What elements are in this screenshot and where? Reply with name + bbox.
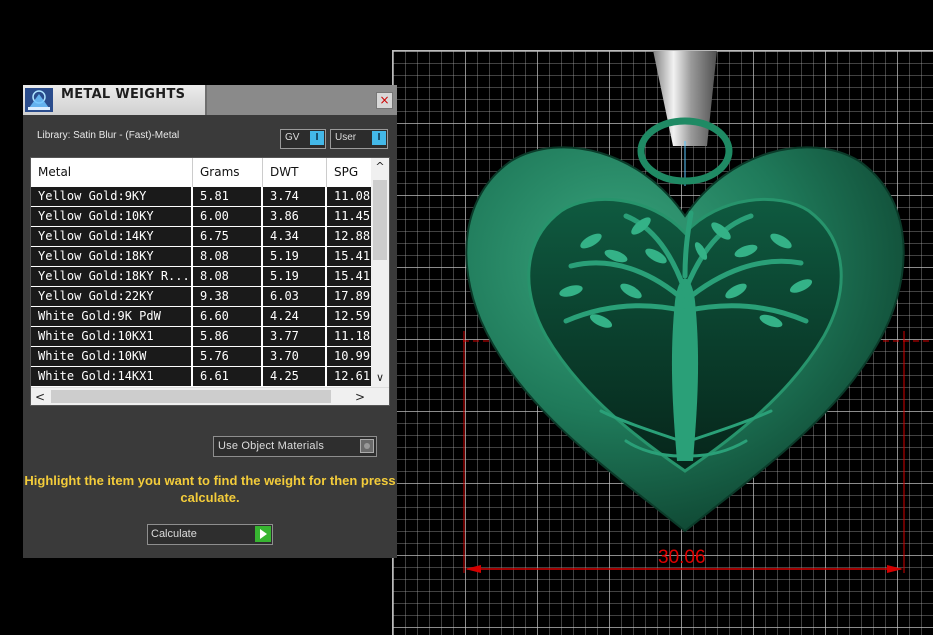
cell-metal: Yellow Gold:14KY bbox=[31, 227, 193, 246]
cell-grams: 6.60 bbox=[193, 307, 263, 326]
cell-grams: 5.86 bbox=[193, 327, 263, 346]
cell-dwt: 4.24 bbox=[263, 307, 327, 326]
cell-grams: 5.81 bbox=[193, 187, 263, 206]
scroll-left-icon[interactable]: < bbox=[31, 388, 49, 405]
table-row[interactable]: Yellow Gold:18KY 8.08 5.19 15.41 bbox=[31, 247, 371, 267]
cell-metal: White Gold:9K PdW bbox=[31, 307, 193, 326]
cell-metal: White Gold:10KW bbox=[31, 347, 193, 366]
cell-spg: 15.41 bbox=[334, 269, 371, 283]
gv-toggle-label: GV bbox=[285, 132, 300, 143]
cell-spg: 15.41 bbox=[334, 249, 371, 263]
cell-metal: Yellow Gold:22KY bbox=[31, 287, 193, 306]
cell-dwt: 3.77 bbox=[263, 327, 327, 346]
scroll-up-icon[interactable]: ^ bbox=[371, 158, 389, 176]
vertical-scroll-thumb[interactable] bbox=[373, 180, 387, 260]
user-toggle-label: User bbox=[335, 132, 357, 143]
column-header-dwt[interactable]: DWT bbox=[263, 158, 327, 187]
play-icon bbox=[255, 526, 271, 542]
library-label: Library: Satin Blur - (Fast)-Metal bbox=[37, 130, 180, 141]
cell-spg: 12.88 bbox=[334, 229, 371, 243]
cell-dwt: 3.70 bbox=[263, 347, 327, 366]
table-body: Yellow Gold:9KY 5.81 3.74 11.08 Yellow Gold:… bbox=[31, 187, 371, 387]
vertical-scrollbar[interactable]: ^ ∨ bbox=[371, 158, 389, 387]
cell-spg: 17.89 bbox=[334, 289, 371, 303]
column-header-metal[interactable]: Metal bbox=[31, 158, 193, 187]
table-row[interactable]: Yellow Gold:10KY 6.00 3.86 11.45 bbox=[31, 207, 371, 227]
table-row[interactable]: White Gold:10KX1 5.86 3.77 11.18 bbox=[31, 327, 371, 347]
table-header: Metal Grams DWT SPG bbox=[31, 158, 371, 187]
column-header-grams[interactable]: Grams bbox=[193, 158, 263, 187]
dimension-label: 30.06 bbox=[658, 547, 706, 568]
horizontal-scrollbar[interactable]: < > bbox=[31, 387, 389, 405]
table-row[interactable]: Yellow Gold:18KY R... 8.08 5.19 15.41 bbox=[31, 267, 371, 287]
cell-spg: 12.59 bbox=[334, 309, 371, 323]
cell-metal: Yellow Gold:18KY R... bbox=[31, 267, 193, 286]
cell-grams: 6.61 bbox=[193, 367, 263, 386]
cell-dwt: 5.19 bbox=[263, 267, 327, 286]
cell-dwt: 4.25 bbox=[263, 367, 327, 386]
gv-toggle[interactable]: GV I bbox=[280, 129, 326, 149]
table-row[interactable]: White Gold:14KX1 6.61 4.25 12.61 bbox=[31, 367, 371, 387]
bail bbox=[653, 51, 717, 146]
scroll-right-icon[interactable]: > bbox=[351, 388, 369, 405]
cell-dwt: 4.34 bbox=[263, 227, 327, 246]
panel-titlebar[interactable]: METAL WEIGHTS × bbox=[23, 85, 397, 115]
use-object-materials-checkbox[interactable]: Use Object Materials bbox=[213, 436, 377, 457]
checkbox-icon[interactable] bbox=[360, 439, 374, 453]
cell-dwt: 5.19 bbox=[263, 247, 327, 266]
cell-metal: White Gold:10KX1 bbox=[31, 327, 193, 346]
table-row[interactable]: White Gold:10KW 5.76 3.70 10.99 bbox=[31, 347, 371, 367]
cell-spg: 11.08 bbox=[334, 189, 371, 203]
cell-grams: 5.76 bbox=[193, 347, 263, 366]
instruction-text: Highlight the item you want to find the … bbox=[24, 473, 396, 505]
cell-dwt: 3.74 bbox=[263, 187, 327, 206]
cell-dwt: 6.03 bbox=[263, 287, 327, 306]
table-row[interactable]: White Gold:9K PdW 6.60 4.24 12.59 bbox=[31, 307, 371, 327]
scroll-down-icon[interactable]: ∨ bbox=[371, 369, 389, 387]
cell-metal: Yellow Gold:18KY bbox=[31, 247, 193, 266]
cell-spg: 11.45 bbox=[334, 209, 371, 223]
cell-metal: Yellow Gold:9KY bbox=[31, 187, 193, 206]
gv-toggle-switch: I bbox=[310, 131, 324, 145]
cell-grams: 9.38 bbox=[193, 287, 263, 306]
calculate-button[interactable]: Calculate bbox=[147, 524, 273, 545]
cell-grams: 6.75 bbox=[193, 227, 263, 246]
cell-grams: 8.08 bbox=[193, 267, 263, 286]
table-row[interactable]: Yellow Gold:22KY 9.38 6.03 17.89 bbox=[31, 287, 371, 307]
table-row[interactable]: Yellow Gold:9KY 5.81 3.74 11.08 bbox=[31, 187, 371, 207]
use-object-materials-label: Use Object Materials bbox=[218, 440, 325, 452]
user-toggle-switch: I bbox=[372, 131, 386, 145]
cell-spg: 11.18 bbox=[334, 329, 371, 343]
cell-spg: 10.99 bbox=[334, 349, 371, 363]
cell-spg: 12.61 bbox=[334, 369, 371, 383]
metal-table[interactable]: Metal Grams DWT SPG Yellow Gold:9KY 5.81 3… bbox=[30, 157, 390, 406]
scale-icon bbox=[25, 88, 53, 112]
close-button[interactable]: × bbox=[376, 92, 393, 109]
metal-weights-panel: METAL WEIGHTS × Library: Satin Blur - (F… bbox=[23, 85, 397, 558]
cell-metal: White Gold:14KX1 bbox=[31, 367, 193, 386]
panel-title: METAL WEIGHTS bbox=[61, 87, 186, 102]
horizontal-scroll-thumb[interactable] bbox=[51, 390, 331, 403]
calculate-label: Calculate bbox=[151, 528, 197, 540]
table-row[interactable]: Yellow Gold:14KY 6.75 4.34 12.88 bbox=[31, 227, 371, 247]
cell-grams: 8.08 bbox=[193, 247, 263, 266]
cell-grams: 6.00 bbox=[193, 207, 263, 226]
cell-dwt: 3.86 bbox=[263, 207, 327, 226]
panel-title-tab: METAL WEIGHTS bbox=[23, 85, 207, 115]
cell-metal: Yellow Gold:10KY bbox=[31, 207, 193, 226]
user-toggle[interactable]: User I bbox=[330, 129, 388, 149]
column-header-spg[interactable]: SPG bbox=[327, 158, 371, 187]
